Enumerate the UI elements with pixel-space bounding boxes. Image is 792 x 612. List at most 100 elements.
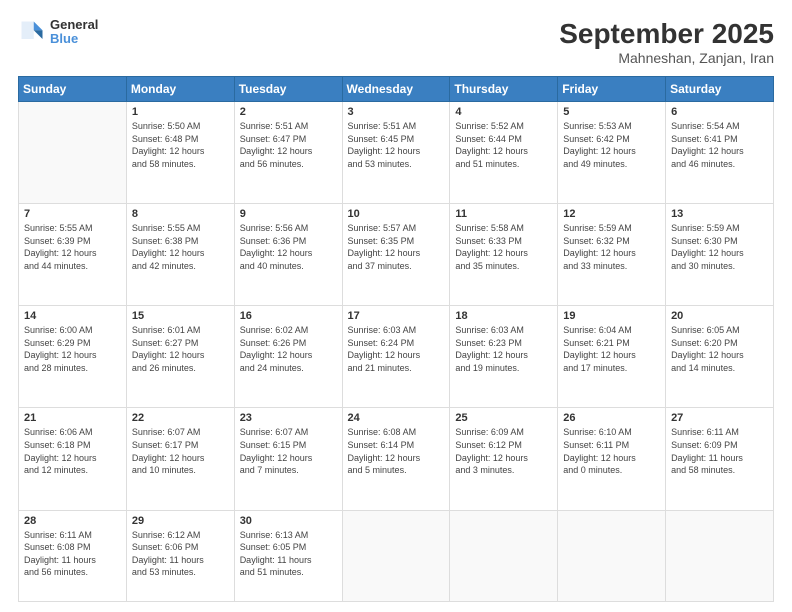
day-number: 9 — [240, 208, 337, 220]
month-title: September 2025 — [559, 18, 774, 50]
calendar-cell: 29 Sunrise: 6:12 AM Sunset: 6:06 PM Dayli… — [126, 510, 234, 601]
day-info: Sunrise: 5:53 AM Sunset: 6:42 PM Dayligh… — [563, 120, 660, 170]
day-info: Sunrise: 6:12 AM Sunset: 6:06 PM Dayligh… — [132, 529, 229, 579]
day-number: 11 — [455, 208, 552, 220]
calendar-cell: 23 Sunrise: 6:07 AM Sunset: 6:15 PM Dayli… — [234, 408, 342, 510]
title-block: September 2025 Mahneshan, Zanjan, Iran — [559, 18, 774, 66]
calendar-cell: 21 Sunrise: 6:06 AM Sunset: 6:18 PM Dayli… — [19, 408, 127, 510]
calendar-cell: 27 Sunrise: 6:11 AM Sunset: 6:09 PM Dayli… — [666, 408, 774, 510]
day-header-sunday: Sunday — [19, 77, 127, 102]
day-info: Sunrise: 6:02 AM Sunset: 6:26 PM Dayligh… — [240, 324, 337, 374]
day-info: Sunrise: 6:11 AM Sunset: 6:08 PM Dayligh… — [24, 529, 121, 579]
day-number: 30 — [240, 515, 337, 527]
logo-icon — [18, 18, 46, 46]
day-number: 25 — [455, 412, 552, 424]
day-info: Sunrise: 6:03 AM Sunset: 6:24 PM Dayligh… — [348, 324, 445, 374]
day-number: 2 — [240, 106, 337, 118]
day-number: 23 — [240, 412, 337, 424]
day-number: 3 — [348, 106, 445, 118]
day-number: 19 — [563, 310, 660, 322]
calendar-cell — [342, 510, 450, 601]
calendar-cell: 14Sunrise: 6:00 AM Sunset: 6:29 PM Dayli… — [19, 306, 127, 408]
day-info: Sunrise: 6:01 AM Sunset: 6:27 PM Dayligh… — [132, 324, 229, 374]
day-number: 17 — [348, 310, 445, 322]
day-info: Sunrise: 5:52 AM Sunset: 6:44 PM Dayligh… — [455, 120, 552, 170]
day-number: 1 — [132, 106, 229, 118]
logo-line2: Blue — [50, 32, 98, 46]
calendar: SundayMondayTuesdayWednesdayThursdayFrid… — [18, 76, 774, 602]
location: Mahneshan, Zanjan, Iran — [559, 50, 774, 66]
calendar-cell — [450, 510, 558, 601]
day-header-friday: Friday — [558, 77, 666, 102]
calendar-cell: 18 Sunrise: 6:03 AM Sunset: 6:23 PM Dayli… — [450, 306, 558, 408]
calendar-cell: 20 Sunrise: 6:05 AM Sunset: 6:20 PM Dayli… — [666, 306, 774, 408]
day-number: 29 — [132, 515, 229, 527]
day-info: Sunrise: 5:57 AM Sunset: 6:35 PM Dayligh… — [348, 222, 445, 272]
day-number: 22 — [132, 412, 229, 424]
day-info: Sunrise: 5:51 AM Sunset: 6:45 PM Dayligh… — [348, 120, 445, 170]
calendar-cell: 25 Sunrise: 6:09 AM Sunset: 6:12 PM Dayli… — [450, 408, 558, 510]
day-number: 13 — [671, 208, 768, 220]
day-info: Sunrise: 6:04 AM Sunset: 6:21 PM Dayligh… — [563, 324, 660, 374]
day-header-monday: Monday — [126, 77, 234, 102]
day-number: 5 — [563, 106, 660, 118]
calendar-cell: 22 Sunrise: 6:07 AM Sunset: 6:17 PM Dayli… — [126, 408, 234, 510]
calendar-cell: 19 Sunrise: 6:04 AM Sunset: 6:21 PM Dayli… — [558, 306, 666, 408]
logo-line1: General — [50, 18, 98, 32]
calendar-cell — [558, 510, 666, 601]
day-number: 21 — [24, 412, 121, 424]
day-number: 8 — [132, 208, 229, 220]
week-row-1: 7 Sunrise: 5:55 AM Sunset: 6:39 PM Daylig… — [19, 204, 774, 306]
day-number: 24 — [348, 412, 445, 424]
day-info: Sunrise: 6:05 AM Sunset: 6:20 PM Dayligh… — [671, 324, 768, 374]
day-info: Sunrise: 6:08 AM Sunset: 6:14 PM Dayligh… — [348, 426, 445, 476]
day-info: Sunrise: 6:03 AM Sunset: 6:23 PM Dayligh… — [455, 324, 552, 374]
calendar-cell — [19, 102, 127, 204]
day-header-wednesday: Wednesday — [342, 77, 450, 102]
day-info: Sunrise: 6:11 AM Sunset: 6:09 PM Dayligh… — [671, 426, 768, 476]
day-info: Sunrise: 5:55 AM Sunset: 6:39 PM Dayligh… — [24, 222, 121, 272]
calendar-cell: 5 Sunrise: 5:53 AM Sunset: 6:42 PM Daylig… — [558, 102, 666, 204]
day-info: Sunrise: 5:50 AM Sunset: 6:48 PM Dayligh… — [132, 120, 229, 170]
week-row-2: 14Sunrise: 6:00 AM Sunset: 6:29 PM Dayli… — [19, 306, 774, 408]
day-info: Sunrise: 6:00 AM Sunset: 6:29 PM Dayligh… — [24, 324, 121, 374]
day-number: 18 — [455, 310, 552, 322]
day-info: Sunrise: 6:09 AM Sunset: 6:12 PM Dayligh… — [455, 426, 552, 476]
day-info: Sunrise: 6:06 AM Sunset: 6:18 PM Dayligh… — [24, 426, 121, 476]
logo-text: General Blue — [50, 18, 98, 47]
day-number: 10 — [348, 208, 445, 220]
calendar-cell: 10 Sunrise: 5:57 AM Sunset: 6:35 PM Dayli… — [342, 204, 450, 306]
week-row-3: 21 Sunrise: 6:06 AM Sunset: 6:18 PM Dayli… — [19, 408, 774, 510]
day-number: 6 — [671, 106, 768, 118]
day-info: Sunrise: 6:07 AM Sunset: 6:17 PM Dayligh… — [132, 426, 229, 476]
calendar-cell: 6Sunrise: 5:54 AM Sunset: 6:41 PM Daylig… — [666, 102, 774, 204]
calendar-cell: 3 Sunrise: 5:51 AM Sunset: 6:45 PM Daylig… — [342, 102, 450, 204]
day-info: Sunrise: 5:59 AM Sunset: 6:32 PM Dayligh… — [563, 222, 660, 272]
calendar-cell: 17 Sunrise: 6:03 AM Sunset: 6:24 PM Dayli… — [342, 306, 450, 408]
calendar-cell: 13Sunrise: 5:59 AM Sunset: 6:30 PM Dayli… — [666, 204, 774, 306]
day-number: 28 — [24, 515, 121, 527]
day-info: Sunrise: 5:56 AM Sunset: 6:36 PM Dayligh… — [240, 222, 337, 272]
day-number: 20 — [671, 310, 768, 322]
calendar-cell: 15Sunrise: 6:01 AM Sunset: 6:27 PM Dayli… — [126, 306, 234, 408]
calendar-cell: 24 Sunrise: 6:08 AM Sunset: 6:14 PM Dayli… — [342, 408, 450, 510]
day-number: 27 — [671, 412, 768, 424]
day-headers-row: SundayMondayTuesdayWednesdayThursdayFrid… — [19, 77, 774, 102]
calendar-cell: 30 Sunrise: 6:13 AM Sunset: 6:05 PM Dayli… — [234, 510, 342, 601]
day-header-tuesday: Tuesday — [234, 77, 342, 102]
day-number: 4 — [455, 106, 552, 118]
day-header-thursday: Thursday — [450, 77, 558, 102]
calendar-cell: 11Sunrise: 5:58 AM Sunset: 6:33 PM Dayli… — [450, 204, 558, 306]
week-row-0: 1 Sunrise: 5:50 AM Sunset: 6:48 PM Daylig… — [19, 102, 774, 204]
calendar-cell: 8Sunrise: 5:55 AM Sunset: 6:38 PM Daylig… — [126, 204, 234, 306]
calendar-cell: 4 Sunrise: 5:52 AM Sunset: 6:44 PM Daylig… — [450, 102, 558, 204]
day-header-saturday: Saturday — [666, 77, 774, 102]
calendar-cell — [666, 510, 774, 601]
day-number: 7 — [24, 208, 121, 220]
calendar-cell: 26Sunrise: 6:10 AM Sunset: 6:11 PM Dayli… — [558, 408, 666, 510]
day-info: Sunrise: 5:51 AM Sunset: 6:47 PM Dayligh… — [240, 120, 337, 170]
day-info: Sunrise: 6:07 AM Sunset: 6:15 PM Dayligh… — [240, 426, 337, 476]
day-info: Sunrise: 6:10 AM Sunset: 6:11 PM Dayligh… — [563, 426, 660, 476]
day-info: Sunrise: 6:13 AM Sunset: 6:05 PM Dayligh… — [240, 529, 337, 579]
calendar-cell: 9 Sunrise: 5:56 AM Sunset: 6:36 PM Daylig… — [234, 204, 342, 306]
